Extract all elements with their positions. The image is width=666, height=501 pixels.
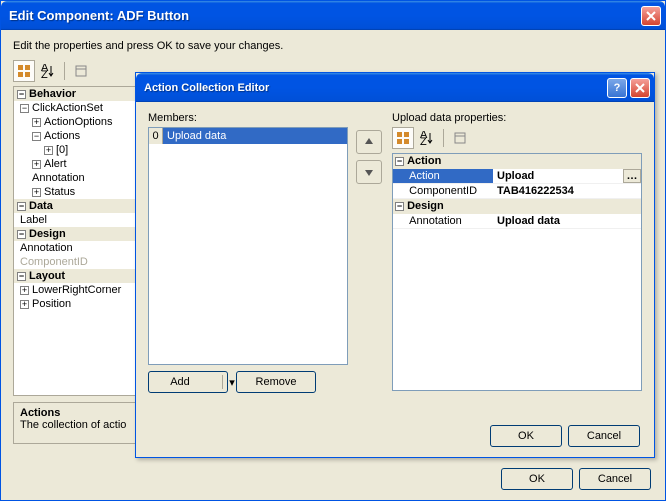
category-layout[interactable]: −Layout [14, 269, 148, 283]
property-key: ComponentID [393, 184, 493, 198]
cancel-button[interactable]: Cancel [568, 425, 640, 447]
dlg-property-toolbar: AZ [392, 127, 642, 149]
property-row-action[interactable]: Action Upload… [393, 169, 641, 184]
expand-icon[interactable]: + [32, 188, 41, 197]
svg-text:Z: Z [41, 69, 48, 78]
category-design[interactable]: −Design [14, 227, 148, 241]
category-action[interactable]: − Action [393, 154, 641, 169]
property-tree[interactable]: −Behavior −ClickActionSet +ActionOptions… [13, 86, 149, 396]
node-status[interactable]: +Status [14, 185, 148, 199]
property-row-componentid[interactable]: ComponentID TAB416222534 [393, 184, 641, 199]
ellipsis-icon[interactable]: … [623, 169, 641, 183]
properties-label: Upload data properties: [392, 112, 642, 124]
expand-icon[interactable]: + [44, 146, 53, 155]
categorized-icon[interactable] [13, 60, 35, 82]
list-item-label: Upload data [163, 128, 347, 144]
property-value[interactable]: Upload data [493, 214, 641, 228]
node-actions[interactable]: −Actions [14, 129, 148, 143]
ok-button[interactable]: OK [490, 425, 562, 447]
property-key: Annotation [393, 214, 493, 228]
collapse-icon[interactable]: − [17, 202, 26, 211]
description-title: Actions [20, 407, 142, 419]
category-data[interactable]: −Data [14, 199, 148, 213]
list-item[interactable]: 0 Upload data [149, 128, 347, 144]
node-design-annotation[interactable]: Annotation [14, 241, 148, 255]
description-text: The collection of actio [20, 419, 142, 431]
property-row-annotation[interactable]: Annotation Upload data [393, 214, 641, 229]
node-label[interactable]: Label [14, 213, 148, 227]
collapse-icon[interactable]: − [20, 104, 29, 113]
move-up-icon[interactable] [356, 130, 382, 154]
collapse-icon[interactable]: − [17, 230, 26, 239]
help-icon[interactable]: ? [607, 78, 627, 98]
collapse-icon[interactable]: − [17, 90, 26, 99]
close-icon[interactable] [630, 78, 650, 98]
expand-icon[interactable]: + [20, 300, 29, 309]
node-index0[interactable]: +[0] [14, 143, 148, 157]
dlg-button-row: OK Cancel [490, 425, 640, 447]
members-label: Members: [148, 112, 348, 124]
collapse-icon[interactable]: − [395, 157, 404, 166]
main-titlebar: Edit Component: ADF Button [1, 1, 665, 30]
node-componentid[interactable]: ComponentID [14, 255, 148, 269]
svg-text:Z: Z [420, 136, 427, 145]
expand-icon[interactable]: + [32, 160, 41, 169]
node-actionoptions[interactable]: +ActionOptions [14, 115, 148, 129]
close-icon[interactable] [641, 6, 661, 26]
chevron-down-icon[interactable]: ▾ [225, 372, 239, 392]
property-key: Action [393, 169, 493, 183]
remove-button[interactable]: Remove [236, 371, 316, 393]
instruction-text: Edit the properties and press OK to save… [13, 40, 653, 52]
node-clickactionset[interactable]: −ClickActionSet [14, 101, 148, 115]
property-grid[interactable]: − Action Action Upload… ComponentID TAB4… [392, 153, 642, 391]
list-item-index: 0 [149, 128, 163, 144]
property-value[interactable]: Upload… [493, 169, 641, 183]
add-button[interactable]: Add▾ [148, 371, 228, 393]
collapse-icon[interactable]: − [32, 132, 41, 141]
node-alert[interactable]: +Alert [14, 157, 148, 171]
node-position[interactable]: +Position [14, 297, 148, 311]
collapse-icon[interactable]: − [395, 202, 404, 211]
property-pages-icon[interactable] [449, 127, 471, 149]
property-pages-icon[interactable] [70, 60, 92, 82]
expand-icon[interactable]: + [20, 286, 29, 295]
property-value[interactable]: TAB416222534 [493, 184, 641, 198]
ok-button[interactable]: OK [501, 468, 573, 490]
cancel-button[interactable]: Cancel [579, 468, 651, 490]
expand-icon[interactable]: + [32, 118, 41, 127]
collapse-icon[interactable]: − [17, 272, 26, 281]
node-lowerrightcorner[interactable]: +LowerRightCorner [14, 283, 148, 297]
members-listbox[interactable]: 0 Upload data [148, 127, 348, 365]
category-design[interactable]: − Design [393, 199, 641, 214]
dlg-titlebar: Action Collection Editor ? [136, 73, 654, 102]
alphabetical-icon[interactable]: AZ [37, 60, 59, 82]
move-down-icon[interactable] [356, 160, 382, 184]
node-annotation[interactable]: Annotation [14, 171, 148, 185]
action-collection-editor-dialog: Action Collection Editor ? Members: 0 Up… [135, 72, 655, 458]
alphabetical-icon[interactable]: AZ [416, 127, 438, 149]
main-button-row: OK Cancel [501, 468, 651, 490]
description-panel: Actions The collection of actio [13, 402, 149, 444]
dlg-title: Action Collection Editor [144, 82, 607, 94]
main-title: Edit Component: ADF Button [9, 8, 641, 23]
categorized-icon[interactable] [392, 127, 414, 149]
category-behavior[interactable]: −Behavior [14, 87, 148, 101]
